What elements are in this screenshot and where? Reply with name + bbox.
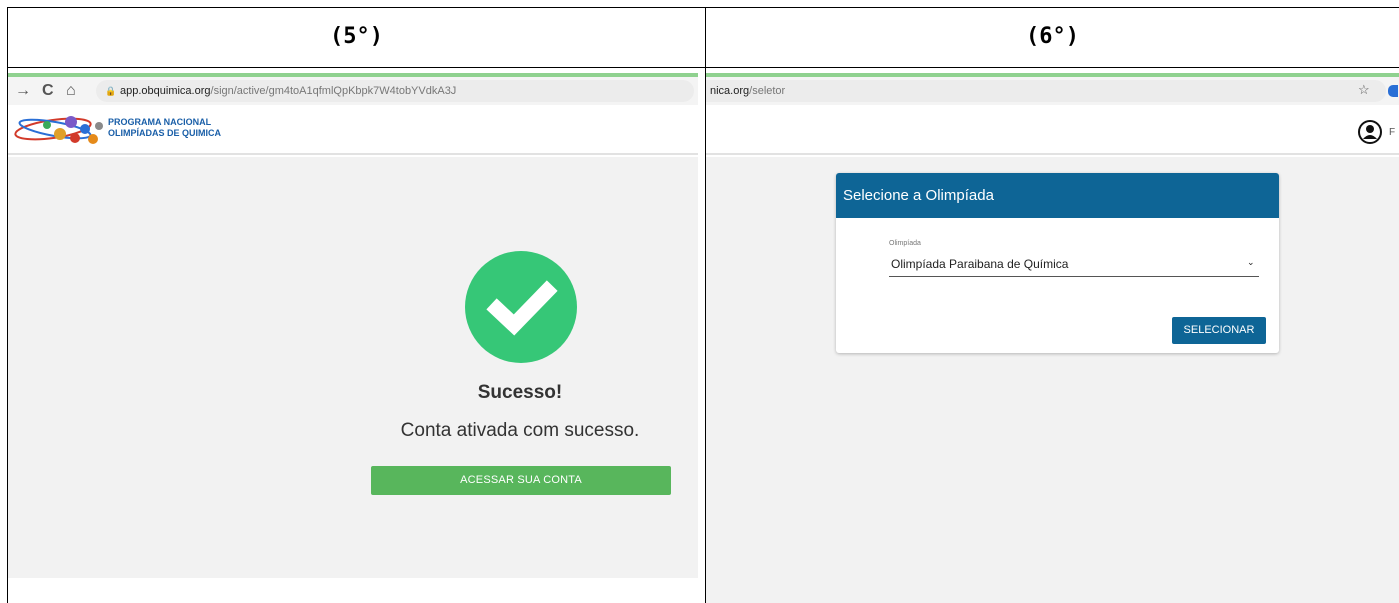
url-path: /seletor (749, 85, 786, 97)
panel-label-5: (5°) (330, 24, 383, 49)
card-title: Selecione a Olimpíada (836, 173, 1279, 218)
page-content: Sucesso! Conta ativada com sucesso. ACES… (8, 157, 698, 578)
select-label: Olimpíada (889, 240, 921, 247)
check-icon (486, 280, 558, 336)
success-message: Conta ativada com sucesso. (400, 420, 640, 441)
page-bottom (8, 578, 705, 603)
screenshot-account-activated: → C ⌂ 🔒 app.obquimica.org/sign/active/gm… (8, 68, 705, 603)
access-account-button[interactable]: ACESSAR SUA CONTA (371, 466, 671, 495)
url-domain: nica.org (710, 85, 750, 97)
select-underline (889, 276, 1259, 277)
url-path: /sign/active/gm4toA1qfmlQpKbpk7W4tobYVdk… (210, 85, 457, 97)
screenshot-olympiad-selector: nica.org/seletor ☆ F Selecione a Olimpía… (706, 68, 1399, 603)
url-domain: app.obquimica.org (120, 85, 211, 97)
browser-toolbar: nica.org/seletor ☆ (706, 77, 1399, 105)
panel-label-6: (6°) (1026, 24, 1079, 49)
brand-line-2: OLIMPÍADAS DE QUIMICA (108, 128, 222, 138)
forward-arrow-icon[interactable]: → (15, 82, 31, 100)
olympiad-logo-icon[interactable] (13, 109, 105, 149)
browser-toolbar: → C ⌂ 🔒 app.obquimica.org/sign/active/gm… (8, 77, 698, 105)
success-badge (465, 251, 577, 363)
extension-icon[interactable] (1388, 85, 1398, 97)
address-bar[interactable]: 🔒 app.obquimica.org/sign/active/gm4toA1q… (96, 80, 694, 102)
page-content: Selecione a Olimpíada Olimpíada Olimpíad… (706, 157, 1399, 603)
select-button[interactable]: SELECIONAR (1172, 317, 1266, 344)
brand-name: PROGRAMA NACIONAL OLIMPÍADAS DE QUIMICA (108, 117, 221, 139)
address-bar[interactable]: nica.org/seletor (706, 80, 1386, 102)
brand-line-1: PROGRAMA NACIONAL (108, 117, 212, 127)
app-header: PROGRAMA NACIONAL OLIMPÍADAS DE QUIMICA (8, 105, 698, 155)
app-header: F (706, 105, 1399, 155)
reload-icon[interactable]: C (42, 82, 54, 100)
home-icon[interactable]: ⌂ (66, 82, 76, 100)
lock-icon: 🔒 (105, 86, 117, 96)
success-title: Sucesso! (477, 382, 563, 403)
avatar-icon[interactable] (1358, 120, 1382, 144)
olympiad-select[interactable]: Olimpíada Paraibana de Química (891, 257, 1068, 271)
chevron-down-icon[interactable]: ⌄ (1247, 257, 1255, 268)
star-icon[interactable]: ☆ (1358, 82, 1370, 98)
user-initial: F (1389, 127, 1396, 138)
selector-card: Selecione a Olimpíada Olimpíada Olimpíad… (836, 173, 1279, 353)
